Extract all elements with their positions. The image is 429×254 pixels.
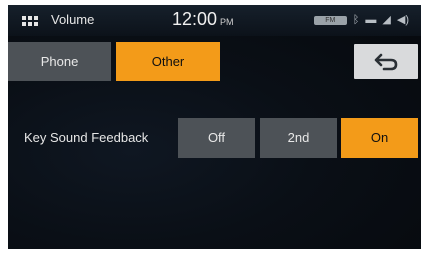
- status-indicators: FM ᛒ ▬ ◢ ◀): [313, 14, 409, 26]
- tab-bar: Phone Other: [8, 42, 421, 81]
- menu-grid-icon[interactable]: [22, 16, 38, 26]
- battery-icon: FM: [313, 16, 347, 25]
- clock: 12:00 PM: [172, 9, 234, 30]
- key-sound-feedback-label: Key Sound Feedback: [24, 130, 149, 145]
- back-arrow-icon: [374, 53, 398, 70]
- key-sound-feedback-row: Key Sound Feedback Off 2nd On: [8, 118, 421, 158]
- header-bar: Volume 12:00 PM FM ᛒ ▬ ◢ ◀): [8, 5, 421, 36]
- screen: Volume 12:00 PM FM ᛒ ▬ ◢ ◀) Phone Other K…: [8, 5, 421, 249]
- tab-other[interactable]: Other: [116, 42, 220, 81]
- clock-ampm: PM: [220, 17, 234, 27]
- tab-phone[interactable]: Phone: [8, 42, 111, 81]
- bluetooth-icon: ᛒ: [352, 14, 360, 26]
- option-off-button[interactable]: Off: [178, 118, 255, 158]
- signal-icon: ◢: [382, 14, 391, 26]
- speaker-icon: ◀): [396, 14, 409, 26]
- clock-time: 12:00: [172, 9, 218, 29]
- option-2nd-button[interactable]: 2nd: [260, 118, 337, 158]
- mobile-icon: ▬: [365, 14, 377, 26]
- back-button[interactable]: [354, 44, 418, 79]
- page-title: Volume: [51, 12, 95, 27]
- option-on-button[interactable]: On: [341, 118, 418, 158]
